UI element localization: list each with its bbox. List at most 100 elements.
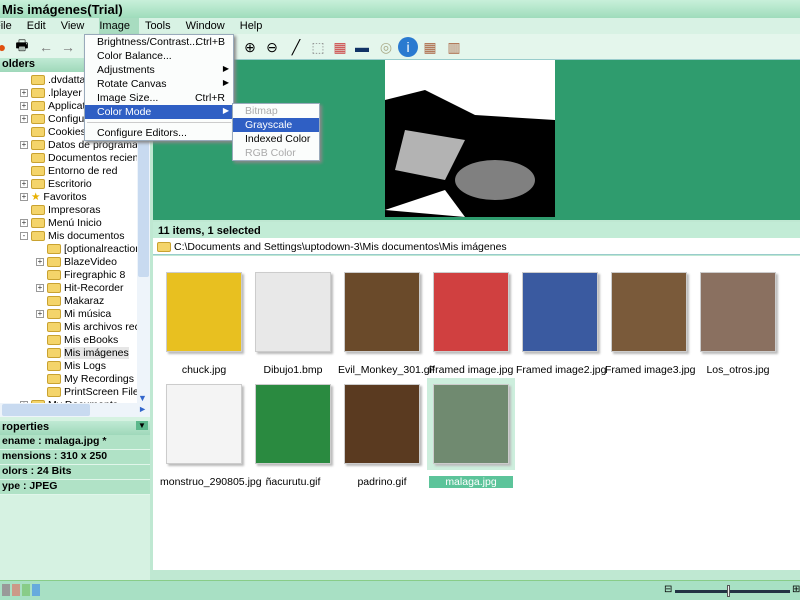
path-text: C:\Documents and Settings\uptodown-3\Mis… (174, 241, 507, 253)
expander-icon[interactable]: + (20, 218, 28, 227)
menu-item-indexed-color[interactable]: Indexed Color (233, 132, 319, 146)
tree-item[interactable]: Mis imágenes (36, 346, 129, 359)
file-item[interactable]: monstruo_290805.jpg (160, 378, 262, 488)
folder-icon (157, 242, 171, 252)
expander-icon[interactable]: + (36, 309, 44, 318)
tree-item[interactable]: + ★ Favoritos (20, 190, 87, 203)
info-icon[interactable]: i (398, 37, 418, 57)
file-item[interactable]: Evil_Monkey_301.gif (338, 266, 435, 376)
file-item[interactable]: Framed image.jpg (427, 266, 515, 376)
line-tool-icon[interactable]: ╱ (286, 37, 306, 57)
zoom-minus-icon[interactable]: ⊟ (664, 584, 672, 595)
tree-item[interactable]: + .lplayer (20, 86, 82, 99)
palette-select-icon[interactable]: ▦ (420, 37, 440, 57)
expander-icon[interactable]: + (20, 101, 28, 110)
tree-item[interactable]: Documentos recientes (20, 151, 150, 164)
path-bar[interactable]: C:\Documents and Settings\uptodown-3\Mis… (153, 238, 800, 255)
zoom-slider[interactable] (675, 585, 790, 597)
tree-item[interactable]: Cookies (20, 125, 86, 138)
submenu-arrow-icon: ▶ (222, 64, 229, 73)
submenu-arrow-icon: ▶ (222, 106, 229, 115)
expander-icon[interactable]: + (20, 179, 28, 188)
menu-file[interactable]: File (0, 18, 21, 34)
tree-item[interactable]: + Escritorio (20, 177, 92, 190)
tree-item[interactable]: + Configur (20, 112, 88, 125)
file-item[interactable]: malaga.jpg (427, 378, 515, 488)
file-item[interactable]: ñacurutu.gif (249, 378, 337, 488)
thumbnail (522, 272, 598, 352)
dropdown-icon[interactable]: ▼ (136, 421, 148, 430)
swatch-blue[interactable] (32, 584, 40, 596)
scroll-down-icon[interactable]: ▼ (138, 393, 147, 403)
tree-item[interactable]: Impresoras (20, 203, 101, 216)
forward-icon[interactable]: → (58, 37, 78, 57)
tree-item[interactable]: + Hit-Recorder (36, 281, 124, 294)
film-icon[interactable]: ▬ (352, 37, 372, 57)
menu-item-brightness-contrast[interactable]: Brightness/Contrast... Ctrl+B (85, 35, 233, 49)
swatch-gray[interactable] (2, 584, 10, 596)
tree-item[interactable]: Firegraphic 8 (36, 268, 125, 281)
tree-item-label: Makaraz (64, 294, 105, 307)
menu-edit[interactable]: Edit (27, 18, 55, 34)
tree-horizontal-scrollbar[interactable]: ► (0, 403, 150, 417)
expander-icon[interactable]: + (20, 88, 28, 97)
cd-icon[interactable]: ◎ (376, 37, 396, 57)
zoom-slider-handle[interactable] (726, 585, 730, 597)
menu-item-image-size[interactable]: Image Size... Ctrl+R (85, 91, 233, 105)
tree-item[interactable]: + Applicati (20, 99, 88, 112)
file-item[interactable]: Dibujo1.bmp (249, 266, 337, 376)
menu-item-color-mode[interactable]: Color Mode ▶ (85, 105, 233, 119)
scroll-right-icon[interactable]: ► (138, 404, 147, 414)
menu-item-adjustments[interactable]: Adjustments ▶ (85, 63, 233, 77)
file-item[interactable]: Framed image3.jpg (605, 266, 695, 376)
file-item[interactable]: padrino.gif (338, 378, 426, 488)
expander-icon[interactable]: + (20, 114, 28, 123)
tree-item[interactable]: Mis Logs (36, 359, 106, 372)
tree-item[interactable]: - Mis documentos (20, 229, 124, 242)
menu-help[interactable]: Help (240, 18, 272, 34)
tree-item[interactable]: Mis eBooks (36, 333, 118, 346)
tree-item[interactable]: Makaraz (36, 294, 104, 307)
tree-item[interactable]: + BlazeVideo (36, 255, 117, 268)
folder-icon (47, 243, 61, 254)
expander-icon[interactable]: + (20, 140, 28, 149)
tree-item[interactable]: PrintScreen Files (36, 385, 144, 398)
menu-view[interactable]: View (61, 18, 94, 34)
app-icon[interactable]: ● (0, 37, 12, 57)
tree-item[interactable]: Entorno de red (20, 164, 117, 177)
tree-item-label: Mis Logs (64, 359, 107, 372)
print-icon[interactable]: 🖶 (12, 37, 32, 57)
menu-item-rgb-color[interactable]: RGB Color (233, 146, 319, 160)
menu-item-grayscale[interactable]: Grayscale (233, 118, 319, 132)
expander-icon[interactable]: + (20, 192, 28, 201)
zoom-plus-icon[interactable]: ⊞ (792, 584, 800, 595)
tree-item[interactable]: [optionalreaction] (36, 242, 144, 255)
menu-image[interactable]: Image (99, 18, 139, 34)
expander-icon[interactable]: + (36, 283, 44, 292)
menu-item-label: RGB Color (245, 147, 296, 159)
tree-item[interactable]: .dvdatta (20, 73, 85, 86)
menu-tools[interactable]: Tools (145, 18, 180, 34)
file-item[interactable]: Framed image2.jpg (516, 266, 606, 376)
menu-item-color-balance[interactable]: Color Balance... (85, 49, 233, 63)
menu-window[interactable]: Window (186, 18, 234, 34)
palette-icon[interactable]: ▦ (330, 37, 350, 57)
menu-item-rotate-canvas[interactable]: Rotate Canvas ▶ (85, 77, 233, 91)
zoom-out-icon[interactable]: ⊖ (262, 37, 282, 57)
back-icon[interactable]: ← (36, 37, 56, 57)
tree-item[interactable]: + Menú Inicio (20, 216, 102, 229)
expander-icon[interactable]: + (36, 257, 44, 266)
file-item[interactable]: chuck.jpg (160, 266, 248, 376)
swatch-red[interactable] (12, 584, 20, 596)
menu-item-bitmap[interactable]: Bitmap (233, 104, 319, 118)
tree-item[interactable]: Mis archivos recibi (36, 320, 150, 333)
zoom-in-icon[interactable]: ⊕ (240, 37, 260, 57)
menu-item-configure-editors[interactable]: Configure Editors... (85, 126, 233, 140)
tree-item[interactable]: + Mi música (36, 307, 111, 320)
expander-icon[interactable]: - (20, 231, 28, 240)
palette-vertical-icon[interactable]: ▥ (444, 37, 464, 57)
swatch-green[interactable] (22, 584, 30, 596)
tree-item[interactable]: My Recordings (36, 372, 134, 385)
select-rect-icon[interactable]: ⬚ (308, 37, 328, 57)
file-item[interactable]: Los_otros.jpg (694, 266, 782, 376)
